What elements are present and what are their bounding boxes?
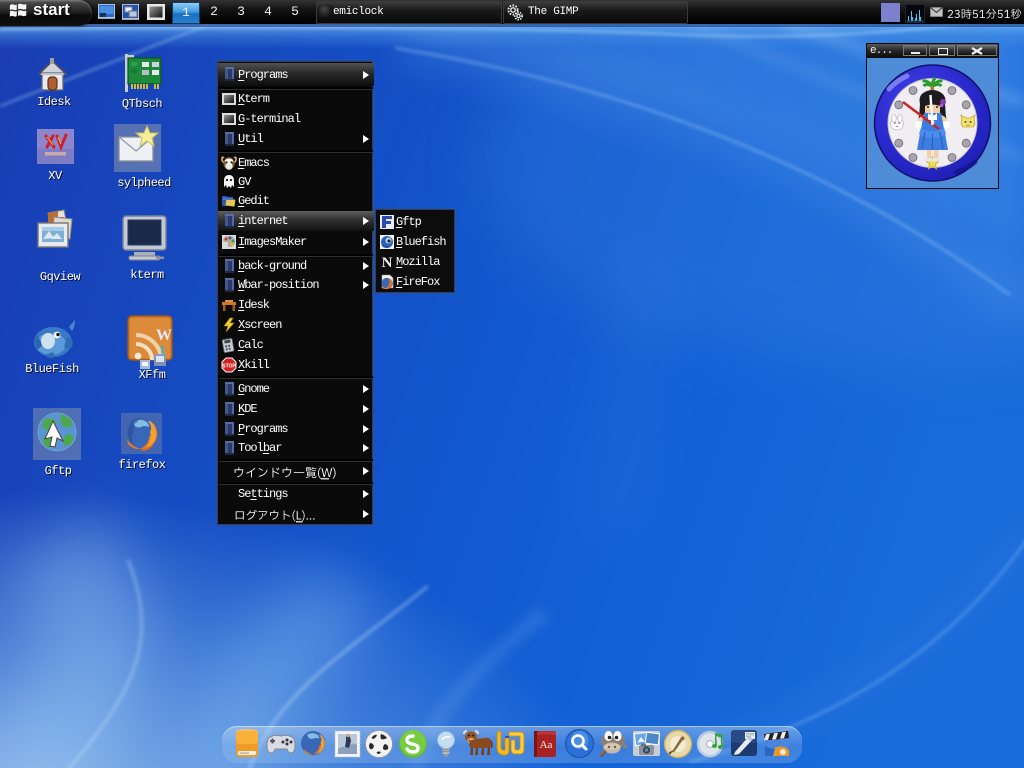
svg-text:Aa: Aa bbox=[540, 739, 553, 751]
svg-text:N: N bbox=[382, 255, 393, 270]
svg-text:STOP: STOP bbox=[222, 364, 236, 370]
